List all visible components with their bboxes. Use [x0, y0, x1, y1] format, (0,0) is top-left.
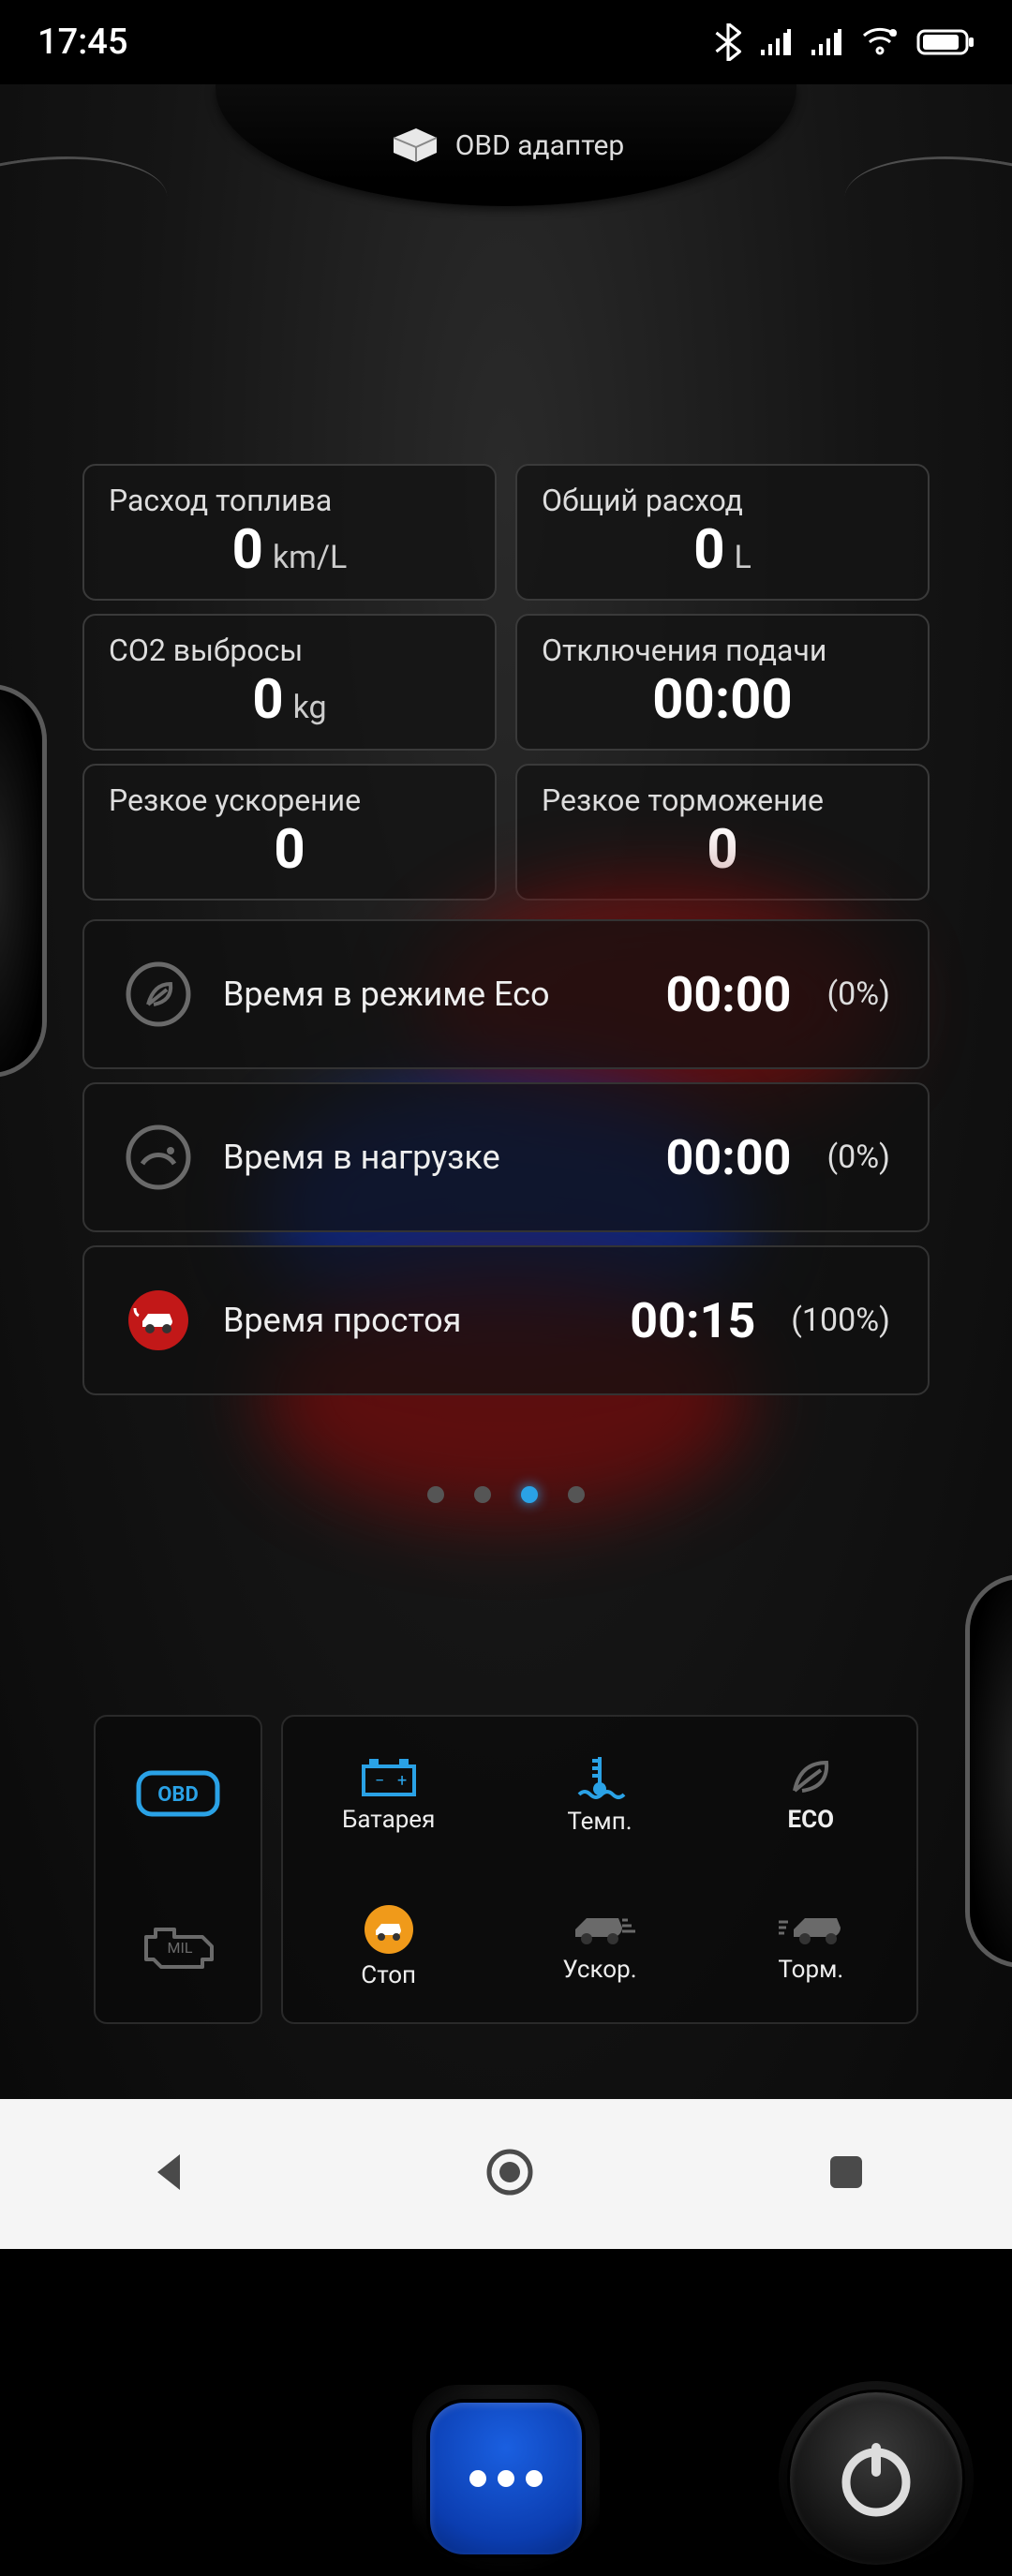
widget-label: Батарея — [342, 1806, 435, 1834]
metric-label: Отключения подачи — [542, 633, 903, 668]
metric-unit: km/L — [273, 539, 347, 576]
mode-idle-row[interactable]: Время простоя 00:15 (100%) — [82, 1245, 930, 1395]
menu-button[interactable] — [426, 2399, 586, 2558]
temp-widget-icon — [572, 1751, 628, 1802]
app-body: OBD адаптер Расход топлива 0 km/L Общий р… — [0, 84, 1012, 2099]
widget-label: Темп. — [567, 1808, 632, 1836]
mode-pct: (100%) — [791, 1302, 890, 1339]
widget-battery[interactable]: −+ Батарея — [283, 1717, 494, 1869]
widget-eco[interactable]: ECO — [706, 1717, 916, 1869]
mode-load-row[interactable]: Время в нагрузке 00:00 (0%) — [82, 1082, 930, 1232]
mode-label: Время в режиме Eco — [223, 975, 550, 1014]
metric-value: 00:00 — [652, 668, 792, 732]
recent-icon — [825, 2151, 868, 2194]
back-icon — [144, 2147, 195, 2197]
metric-value: 0 — [274, 818, 305, 882]
svg-text:−: − — [375, 1771, 384, 1791]
mode-value: 00:15 — [630, 1292, 755, 1349]
mode-pct: (0%) — [827, 1139, 891, 1176]
recent-button[interactable] — [825, 2151, 868, 2197]
widget-label: Стоп — [361, 1961, 416, 1989]
mode-pct: (0%) — [827, 975, 891, 1013]
mil-button[interactable]: MIL — [96, 1869, 260, 2022]
status-icons — [714, 23, 975, 61]
battery-icon — [916, 27, 975, 57]
back-button[interactable] — [144, 2147, 195, 2201]
side-buttons: OBD MIL — [94, 1715, 262, 2024]
metric-unit: L — [734, 539, 751, 576]
widget-stop[interactable]: Стоп — [283, 1869, 494, 2022]
metric-hard-accel[interactable]: Резкое ускорение 0 — [82, 764, 497, 901]
bluetooth-icon — [714, 23, 742, 61]
title-bar[interactable]: OBD адаптер — [216, 84, 796, 206]
mode-label: Время в нагрузке — [223, 1138, 500, 1177]
signal-1-icon — [759, 27, 793, 57]
svg-text:+: + — [397, 1771, 407, 1791]
status-bar: 17:45 — [0, 0, 1012, 84]
widget-brake[interactable]: Торм. — [706, 1869, 916, 2022]
car-idle-icon — [126, 1288, 191, 1353]
widget-label: ECO — [788, 1806, 835, 1834]
metric-total-consumption[interactable]: Общий расход 0L — [515, 464, 930, 601]
battery-widget-icon: −+ — [356, 1753, 422, 1800]
page-dots — [0, 1486, 1012, 1503]
engine-mil-icon: MIL — [133, 1918, 223, 1974]
metric-co2[interactable]: CO2 выбросы 0 kg — [82, 614, 497, 751]
metric-fuel-cut[interactable]: Отключения подачи 00:00 — [515, 614, 930, 751]
left-knob[interactable] — [0, 684, 47, 1078]
widget-label: Ускор. — [562, 1956, 636, 1984]
metric-label: Общий расход — [542, 483, 903, 518]
metrics-panel: Расход топлива 0km/L Общий расход 0L CO2… — [82, 464, 930, 1395]
leaf-icon — [126, 961, 191, 1027]
accel-widget-icon — [562, 1909, 637, 1950]
eco-widget-icon — [785, 1753, 836, 1800]
page-dot-4[interactable] — [568, 1486, 585, 1503]
metric-label: Расход топлива — [109, 483, 470, 518]
title-text: OBD адаптер — [455, 129, 625, 162]
widgets-grid: −+ Батарея Темп. ECO Стоп Ускор. Торм — [281, 1715, 918, 2024]
widgets-panel: OBD MIL −+ Батарея Темп. ECO Стоп — [94, 1715, 918, 2024]
metric-value: 0 — [693, 518, 724, 582]
navigation-bar — [0, 2099, 1012, 2249]
metric-label: Резкое торможение — [542, 782, 903, 818]
obd-adapter-icon — [388, 125, 442, 166]
obd-icon: OBD — [133, 1765, 223, 1822]
menu-dots-icon — [464, 2464, 548, 2493]
wifi-icon — [860, 27, 900, 57]
status-time: 17:45 — [37, 22, 127, 63]
metric-hard-brake[interactable]: Резкое торможение 0 — [515, 764, 930, 901]
signal-2-icon — [810, 27, 843, 57]
metric-value: 0 — [707, 818, 737, 882]
widget-temp[interactable]: Темп. — [494, 1717, 705, 1869]
power-button[interactable] — [787, 2390, 965, 2568]
metric-label: CO2 выбросы — [109, 633, 470, 668]
home-button[interactable] — [484, 2146, 536, 2202]
mode-value: 00:00 — [666, 1129, 792, 1186]
metric-fuel-consumption[interactable]: Расход топлива 0 km/L — [82, 464, 497, 601]
page-dot-2[interactable] — [474, 1486, 491, 1503]
metric-label: Резкое ускорение — [109, 782, 470, 818]
widget-accel[interactable]: Ускор. — [494, 1869, 705, 2022]
obd-button[interactable]: OBD — [96, 1717, 260, 1869]
metric-unit: kg — [293, 689, 327, 726]
mode-eco-row[interactable]: Время в режиме Eco 00:00 (0%) — [82, 919, 930, 1069]
home-icon — [484, 2146, 536, 2198]
power-icon — [829, 2432, 923, 2525]
page-dot-1[interactable] — [427, 1486, 444, 1503]
metric-value: 0 — [252, 668, 283, 732]
svg-text:OBD: OBD — [157, 1783, 199, 1807]
svg-text:MIL: MIL — [168, 1939, 193, 1957]
widget-label: Торм. — [778, 1956, 843, 1984]
metric-value: 0 — [232, 518, 263, 582]
stop-widget-icon — [361, 1903, 417, 1956]
brake-widget-icon — [773, 1909, 848, 1950]
mode-value: 00:00 — [666, 966, 792, 1023]
mode-label: Время простоя — [223, 1301, 461, 1340]
gauge-icon — [126, 1124, 191, 1190]
right-knob[interactable] — [965, 1574, 1012, 1968]
page-dot-3[interactable] — [521, 1486, 538, 1503]
